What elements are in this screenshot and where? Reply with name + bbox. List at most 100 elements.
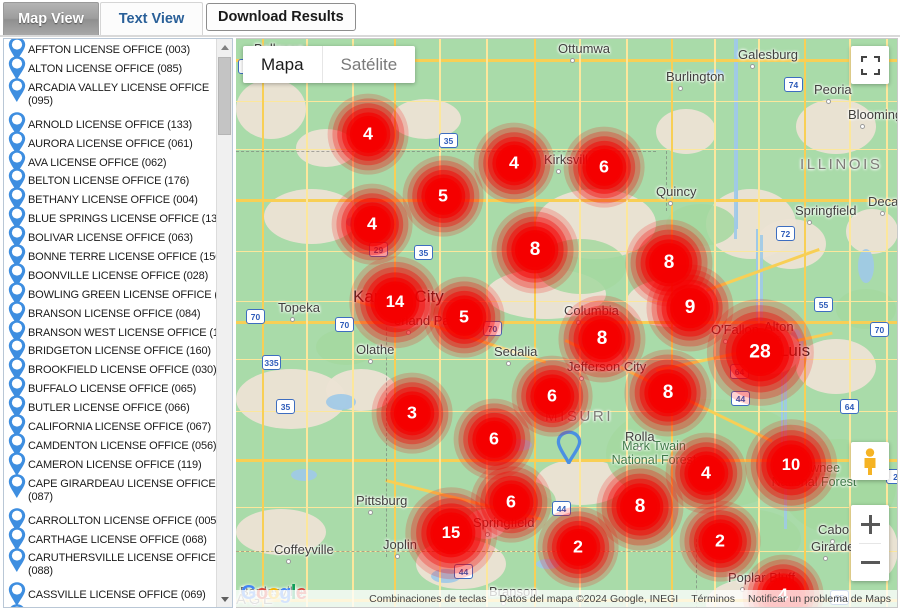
office-list-item[interactable]: BRIDGETON LICENSE OFFICE (160) [4,338,216,363]
office-list-item[interactable]: AURORA LICENSE OFFICE (061) [4,130,216,155]
cluster-count-label: 5 [427,180,459,212]
office-list-item[interactable]: ARNOLD LICENSE OFFICE (133) [4,111,216,136]
cluster-count-label: 6 [588,151,620,183]
scrollbar-thumb[interactable] [218,57,231,135]
map-pin-icon [7,473,27,499]
office-list[interactable]: AFFTON LICENSE OFFICE (003) ALTON LICENSE… [4,39,216,607]
office-list-item[interactable]: BONNE TERRE LICENSE OFFICE (150) [4,244,216,268]
state-border [666,151,667,211]
scroll-up-button[interactable] [217,39,232,55]
office-list-item[interactable]: CARROLLTON LICENSE OFFICE (005) [4,507,216,532]
cluster-marker[interactable]: 4 [326,92,409,175]
street-view-pegman-button[interactable] [851,442,889,480]
city-marker-dot [290,317,295,322]
cluster-count-label: 3 [396,397,428,429]
office-list-item[interactable]: CARUTHERSVILLE LICENSE OFFICE (088) [4,548,216,586]
terms-link[interactable]: Términos [691,593,735,605]
city-marker-dot [750,64,755,69]
report-problem-link[interactable]: Notificar un problema de Maps [748,593,891,605]
zoom-in-button[interactable] [851,505,889,543]
tab-map-view[interactable]: Map View [3,2,99,35]
office-name-label: CARTHAGE LICENSE OFFICE (068) [28,533,207,546]
cluster-marker[interactable]: 4 [330,182,413,265]
cluster-marker[interactable]: 2 [536,505,619,588]
office-list-item[interactable]: CAMERON LICENSE OFFICE (119) [4,451,216,476]
cluster-marker[interactable]: 8 [624,349,712,437]
office-list-item[interactable]: AFFTON LICENSE OFFICE (003) [4,39,216,61]
office-name-label: BOWLING GREEN LICENSE OFFICE (113) [28,288,216,301]
office-list-item[interactable]: BOLIVAR LICENSE OFFICE (063) [4,225,216,249]
office-list-item[interactable]: CARTHAGE LICENSE OFFICE (068) [4,526,216,551]
office-name-label: BETHANY LICENSE OFFICE (004) [28,194,198,207]
city-label: Burlington [666,69,725,84]
office-list-item[interactable]: BRANSON WEST LICENSE OFFICE (130) [4,319,216,344]
map-type-map[interactable]: Mapa [243,46,322,83]
office-name-label: BUTLER LICENSE OFFICE (066) [28,402,190,415]
map-pin-icon [10,604,24,607]
cluster-marker[interactable]: 5 [422,275,505,358]
office-list-item[interactable]: BUTLER LICENSE OFFICE (066) [4,395,216,419]
city-marker-dot [678,86,683,91]
office-list-item[interactable]: CASSVILLE LICENSE OFFICE (069) [4,582,216,607]
cluster-marker[interactable]: 3 [370,371,453,454]
city-marker-dot [395,554,400,559]
office-list-item[interactable]: CAPE GIRARDEAU LICENSE OFFICE (087) [4,473,216,512]
scroll-down-button[interactable] [217,591,232,607]
region-label: NACIÓN [344,607,418,608]
city-label: Coffeyville [274,542,334,557]
office-name-label: BRANSON WEST LICENSE OFFICE (130) [28,326,216,339]
office-list-item[interactable]: BUFFALO LICENSE OFFICE (065) [4,376,216,400]
download-results-button[interactable]: Download Results [206,3,356,31]
office-name-label: BONNE TERRE LICENSE OFFICE (150) [28,250,216,263]
map-pin-icon [8,77,26,102]
highway-shield: 72 [776,226,795,241]
office-list-item[interactable]: BRANSON LICENSE OFFICE (084) [4,300,216,325]
tab-bar: Map View Text View Download Results [0,0,900,37]
cluster-count-label: 15 [433,515,469,551]
office-list-scrollbar[interactable] [216,39,232,607]
tab-text-view[interactable]: Text View [100,2,203,35]
office-list-item[interactable]: ARCADIA VALLEY LICENSE OFFICE (095) [4,77,216,116]
map-data-text: Datos del mapa ©2024 Google, INEGI [499,592,679,605]
zoom-out-button[interactable] [851,543,889,581]
city-label: Pittsburg [356,493,408,508]
terrain-water [858,249,874,283]
plus-icon [860,514,880,534]
tab-underline [0,35,900,37]
office-list-item[interactable]: CENTRAL WEST END LICENSE OFFICE (052) [4,603,216,607]
cluster-marker[interactable]: 28 [705,297,814,406]
google-map[interactable]: 8035742935707070725570644464335354444445… [236,38,898,608]
office-list-item[interactable]: BOWLING GREEN LICENSE OFFICE (113) [4,281,216,306]
cluster-marker[interactable]: 10 [744,418,838,512]
cluster-marker[interactable]: 6 [562,125,645,208]
office-name-label: BRANSON LICENSE OFFICE (084) [28,307,201,320]
cluster-count-label: 8 [650,375,685,410]
city-marker-dot [807,220,812,225]
office-list-item[interactable]: CAMDENTON LICENSE OFFICE (056) [4,433,216,457]
terrain-plain [236,79,306,139]
cluster-marker[interactable]: 15 [404,486,498,580]
office-list-item[interactable]: BLUE SPRINGS LICENSE OFFICE (136) [4,206,216,230]
map-pin-icon [8,548,26,573]
office-list-item[interactable]: BOONVILLE LICENSE OFFICE (028) [4,263,216,287]
office-list-item[interactable]: BROOKFIELD LICENSE OFFICE (030) [4,357,216,382]
office-name-label: BROOKFIELD LICENSE OFFICE (030) [28,364,216,377]
map-pin-icon [7,603,27,607]
cluster-marker[interactable]: 5 [401,154,484,237]
city-label: Quincy [656,184,697,199]
cluster-marker[interactable]: 4 [472,121,555,204]
office-name-label: CAMDENTON LICENSE OFFICE (056) [28,439,216,452]
office-list-item[interactable]: ALTON LICENSE OFFICE (085) [4,56,216,80]
zoom-control [851,505,889,581]
keyboard-shortcuts-link[interactable]: Combinaciones de teclas [369,593,486,605]
chevron-down-icon [220,596,229,602]
map-attribution-bar: Combinaciones de teclas Datos del mapa ©… [236,590,897,607]
cluster-count-label: 5 [448,301,480,333]
office-list-item[interactable]: BETHANY LICENSE OFFICE (004) [4,187,216,212]
map-type-satellite[interactable]: Satélite [321,46,416,83]
office-list-item[interactable]: BELTON LICENSE OFFICE (176) [4,168,216,193]
fullscreen-button[interactable] [851,46,889,84]
office-list-item[interactable]: AVA LICENSE OFFICE (062) [4,149,216,174]
office-list-item[interactable]: CALIFORNIA LICENSE OFFICE (067) [4,414,216,438]
region-label: ILLINOIS [800,156,883,173]
